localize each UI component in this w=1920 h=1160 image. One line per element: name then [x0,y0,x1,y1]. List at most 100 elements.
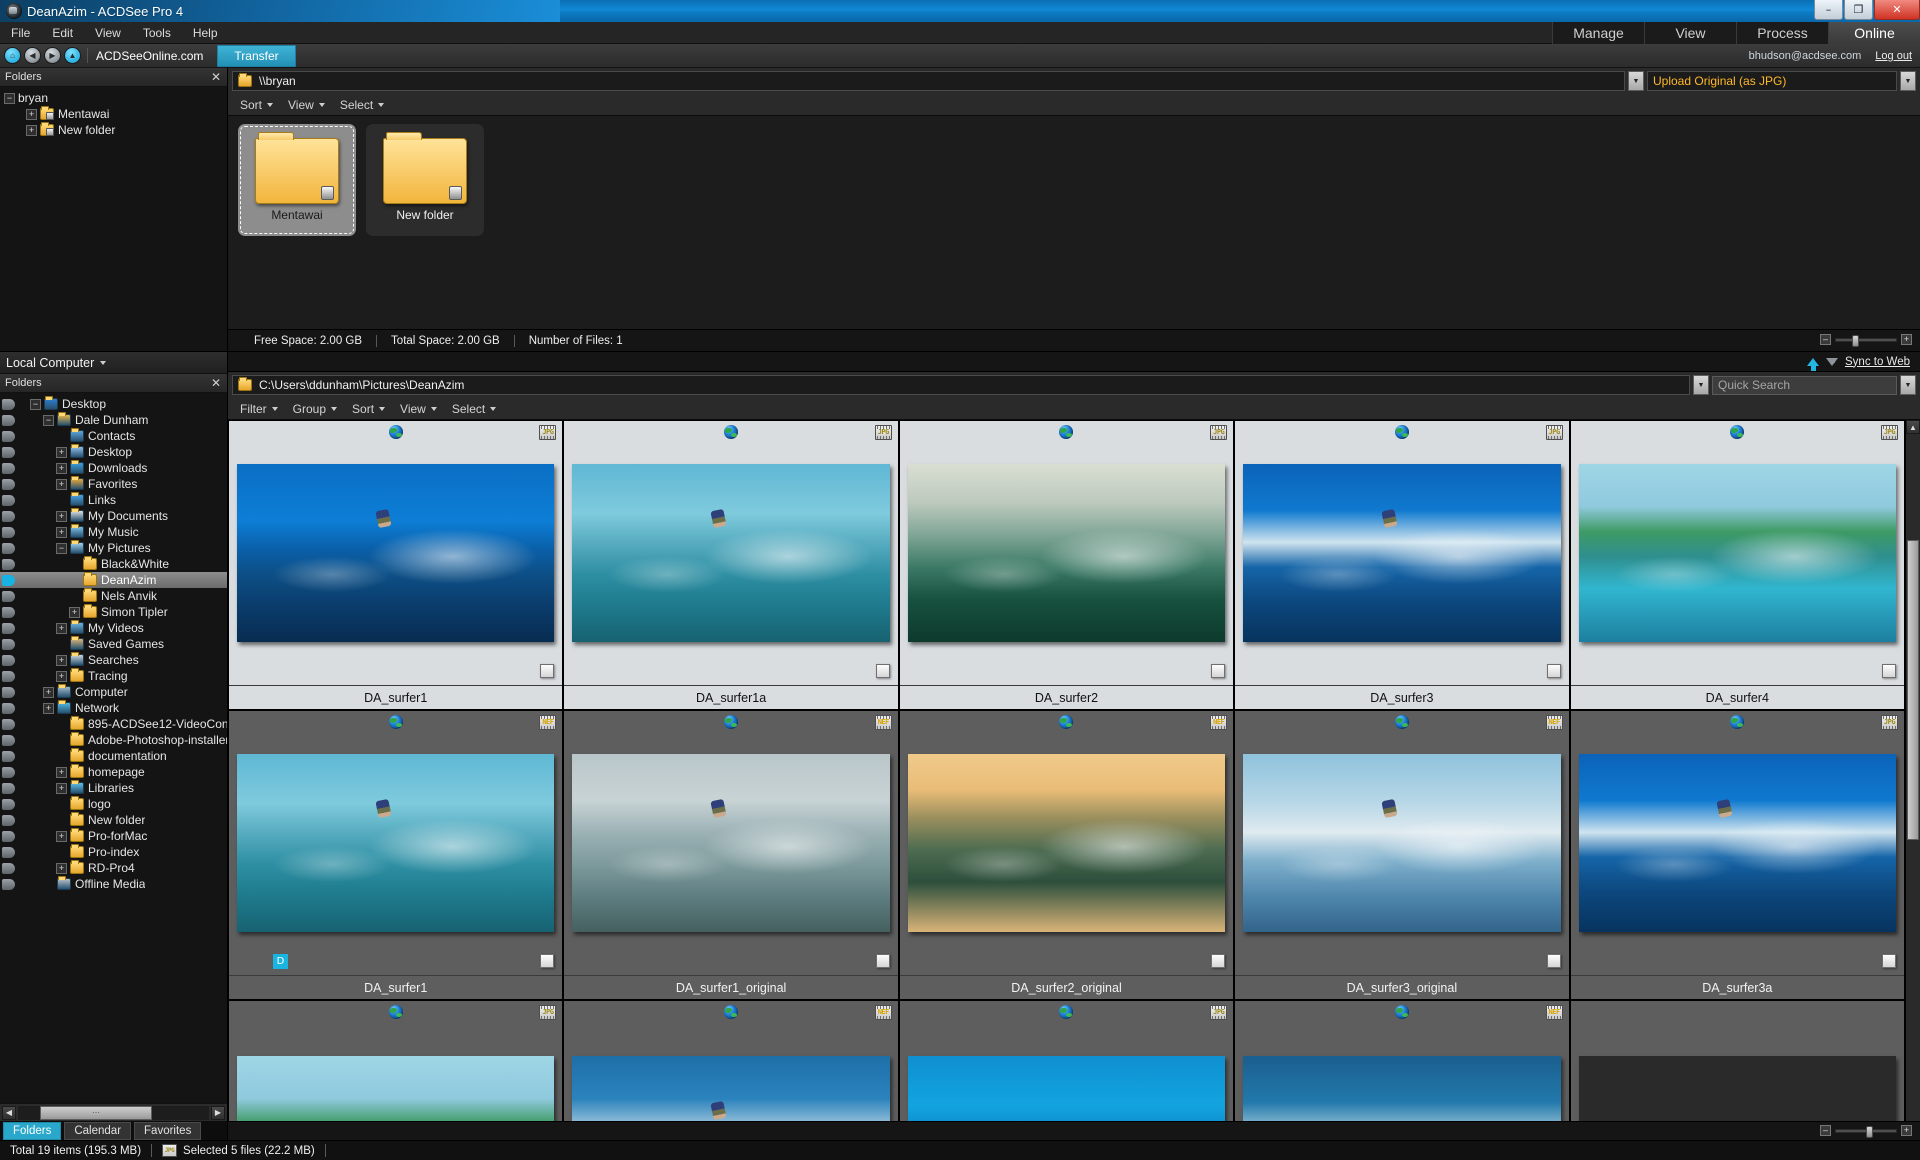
online-sort-button[interactable]: Sort [234,96,279,114]
thumbnail-grid[interactable]: JPG DA_surfer1 JPG DA_surfer1a JPG DA_surfer2… [228,420,1905,1121]
thumbnail-image[interactable] [1243,1056,1561,1121]
thumbnail-image[interactable] [1578,754,1896,932]
expand-icon[interactable]: + [56,830,67,842]
zoom-slider-knob[interactable] [1852,334,1859,347]
online-zoom-control[interactable]: – + [1820,334,1912,347]
transfer-button[interactable]: Transfer [217,44,296,67]
menu-tools[interactable]: Tools [132,24,182,42]
mode-tab-manage[interactable]: Manage [1552,22,1644,44]
thumbnail-image[interactable] [237,1056,555,1121]
thumbnail-cell[interactable]: NEF [1234,1000,1570,1121]
zoom-in-button[interactable]: + [1901,334,1912,345]
thumbnail-image[interactable] [237,464,555,642]
thumbnail-image[interactable] [1578,1056,1896,1121]
thumbnail-checkbox[interactable] [1546,954,1561,968]
local-tree-item[interactable]: Contacts [0,428,227,444]
menu-view[interactable]: View [84,24,132,42]
local-tree-item[interactable]: Black&White [0,556,227,572]
thumbnail-image-area[interactable] [564,1023,897,1121]
thumbnail-image-area[interactable] [229,1023,562,1121]
expand-icon[interactable]: + [56,446,67,458]
thumbnail-checkbox[interactable] [1211,664,1226,678]
hscroll-track[interactable]: ⋯ [18,1105,209,1120]
local-tree-item[interactable]: + Downloads [0,460,227,476]
upload-icon[interactable]: ▲ [65,48,80,63]
local-tree-item[interactable]: + Tracing [0,668,227,684]
menu-help[interactable]: Help [182,24,229,42]
local-tree-item[interactable]: + RD-Pro4 [0,860,227,876]
local-tree-item[interactable]: + Searches [0,652,227,668]
vscroll-thumb[interactable] [1907,540,1919,840]
thumbnail-checkbox[interactable] [1881,664,1896,678]
local-tree-item[interactable]: Pro-index [0,844,227,860]
thumbnail-cell[interactable]: JPG DA_surfer3 [1234,420,1570,710]
thumbnail-image[interactable] [572,754,890,932]
local-tree-item-selected[interactable]: DeanAzim [0,572,227,588]
tab-folders[interactable]: Folders [3,1121,62,1140]
local-tree-item[interactable]: Nels Anvik [0,588,227,604]
hscroll-thumb[interactable]: ⋯ [40,1105,152,1120]
local-tree-item[interactable]: + Desktop [0,444,227,460]
thumbnail-checkbox[interactable] [1881,954,1896,968]
expand-icon[interactable]: + [56,654,67,666]
thumbnail-image-area[interactable] [1571,443,1904,663]
mode-tab-view[interactable]: View [1644,22,1736,44]
collapse-icon[interactable]: − [4,92,15,104]
forward-icon[interactable]: ▶ [45,48,60,63]
thumbnail-image[interactable] [907,754,1226,932]
thumbnail-cell[interactable]: JPG DA_surfer1a [563,420,899,710]
expand-icon[interactable]: + [56,862,67,874]
local-tree-item[interactable]: + My Videos [0,620,227,636]
menu-edit[interactable]: Edit [41,24,84,42]
sync-to-web-link[interactable]: Sync to Web [1845,356,1910,368]
local-tree-item[interactable]: + Pro-forMac [0,828,227,844]
thumbnail-image-area[interactable] [900,733,1233,953]
window-controls[interactable]: – ❐ ✕ [1813,0,1920,21]
search-dropdown-icon[interactable]: ▼ [1900,375,1916,395]
thumbnail-checkbox[interactable] [1546,664,1561,678]
local-address-dropdown-icon[interactable]: ▼ [1693,375,1709,395]
collapse-icon[interactable]: − [56,542,67,554]
tab-favorites[interactable]: Favorites [134,1121,202,1140]
thumbnail-image-area[interactable] [564,443,897,663]
thumbnail-checkbox[interactable] [1211,954,1226,968]
thumbnail-image-area[interactable] [229,733,562,953]
online-address-bar[interactable]: \\bryan [232,71,1625,91]
local-tree-item[interactable]: documentation [0,748,227,764]
view-button[interactable]: View [394,400,443,418]
thumbnail-cell[interactable]: NEF DA_surfer2_original [898,710,1235,1000]
online-folder-tile[interactable]: Mentawai [238,124,356,236]
thumbnail-zoom-control[interactable]: – + [1820,1125,1912,1138]
online-tree-item[interactable]: + New folder [0,122,227,138]
zoom-in-button[interactable]: + [1901,1125,1912,1136]
online-folder-tree[interactable]: − bryan + Mentawai + New folder [0,87,227,351]
thumbnail-cell[interactable]: JPG DA_surfer3a [1569,710,1905,1000]
local-tree-item[interactable]: − Desktop [0,396,227,412]
local-tree-item[interactable]: − My Pictures [0,540,227,556]
online-tree-item[interactable]: − bryan [0,90,227,106]
thumbnail-image-area[interactable] [1571,733,1904,953]
online-select-button[interactable]: Select [334,96,390,114]
local-tree-item[interactable]: Links [0,492,227,508]
online-folder-grid[interactable]: Mentawai New folder [228,116,1920,329]
group-button[interactable]: Group [287,400,343,418]
online-address-dropdown-icon[interactable]: ▼ [1628,71,1644,91]
mode-tab-online[interactable]: Online [1828,22,1920,44]
logout-link[interactable]: Log out [1875,50,1912,62]
local-tree-item[interactable]: − Dale Dunham [0,412,227,428]
thumbnail-cell[interactable]: NEF DA_surfer3_original [1234,710,1570,1000]
local-folder-tree[interactable]: − Desktop − Dale Dunham Contacts + Desktop + Dow… [0,393,227,1103]
thumbnail-image-area[interactable] [564,733,897,953]
local-tree-item[interactable]: New folder [0,812,227,828]
thumbnail-image[interactable] [1578,464,1896,642]
expand-icon[interactable]: + [56,510,67,522]
local-tree-hscrollbar[interactable]: ◀ ⋯ ▶ [0,1103,227,1121]
close-icon[interactable]: ✕ [211,376,221,390]
local-tree-item[interactable]: + Network [0,700,227,716]
zoom-slider-knob[interactable] [1866,1125,1873,1138]
expand-icon[interactable]: + [56,462,67,474]
filter-button[interactable]: Filter [234,400,284,418]
thumbnail-image-area[interactable] [1235,1023,1568,1121]
thumbnail-image[interactable] [237,754,555,932]
thumbnail-checkbox[interactable] [875,664,890,678]
